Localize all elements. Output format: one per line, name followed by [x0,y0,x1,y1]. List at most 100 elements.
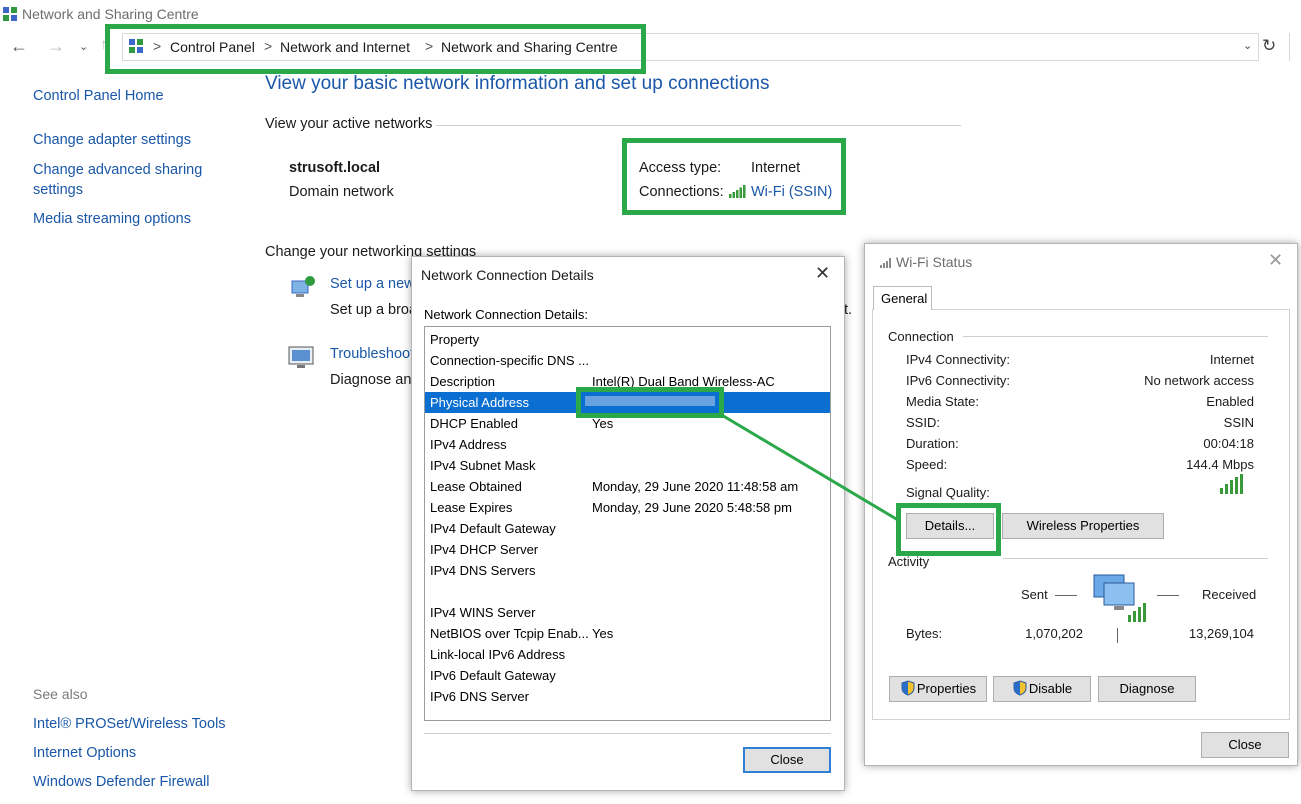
sidebar-media-streaming[interactable]: Media streaming options [33,209,191,229]
ssid-label: SSID: [906,415,940,430]
property-name: Physical Address [430,395,529,410]
highlight-connection-info [622,138,846,215]
details-list[interactable]: Property Connection-specific DNS ... Des… [424,326,831,721]
property-value: Monday, 29 June 2020 11:48:58 am [592,479,799,494]
group-divider [963,336,1268,337]
list-item[interactable]: Property [425,329,830,350]
property-name: IPv4 DNS Servers [430,563,536,578]
sidebar-change-advanced-sharing-line2[interactable]: settings [33,180,83,200]
ipv4-connectivity-value: Internet [1209,352,1254,367]
recent-locations-icon[interactable]: ⌄ [79,40,88,53]
sent-label: Sent [1021,587,1048,602]
dialog-divider [424,733,831,734]
network-computers-icon [1093,574,1146,622]
property-name: Lease Obtained [430,479,522,494]
ssid-value: SSIN [1223,415,1254,430]
properties-button-label: Properties [916,681,977,696]
tab-general[interactable]: General [873,286,932,310]
property-value: Yes [592,626,614,641]
disable-button[interactable]: Disable [993,676,1091,702]
duration-value: 00:04:18 [1203,436,1254,451]
address-dropdown-icon[interactable]: ⌄ [1243,39,1252,52]
property-name: NetBIOS over Tcpip Enab... [430,626,589,641]
property-name: IPv6 DNS Server [430,689,529,704]
wifi-signal-icon [880,258,891,268]
list-item[interactable]: Connection-specific DNS ... [425,350,830,371]
ipv6-connectivity-label: IPv6 Connectivity: [906,373,1011,388]
media-state-label: Media State: [906,394,979,409]
connection-group-label: Connection [888,329,954,344]
property-name: Lease Expires [430,500,513,515]
setup-connection-icon [291,276,315,297]
bytes-received-value: 13,269,104 [1188,626,1254,641]
uac-shield-icon [1013,680,1027,696]
list-item[interactable]: Lease Expires Monday, 29 June 2020 5:48:5… [425,497,830,518]
see-also-heading: See also [33,686,88,702]
signal-quality-label: Signal Quality: [906,485,990,500]
bytes-label: Bytes: [906,626,943,641]
list-item[interactable] [425,581,830,602]
speed-value: 144.4 Mbps [1186,457,1254,472]
received-label: Received [1202,587,1257,602]
media-state-value: Enabled [1206,394,1254,409]
list-item[interactable]: IPv4 Address [425,434,830,455]
troubleshoot-icon [288,346,314,368]
list-item[interactable]: IPv4 WINS Server [425,602,830,623]
list-item[interactable]: Link-local IPv6 Address [425,644,830,665]
wireless-properties-button[interactable]: Wireless Properties [1002,513,1164,539]
see-also-intel-proset[interactable]: Intel® PROSet/Wireless Tools [33,714,226,734]
setup-connection-link[interactable]: Set up a new [330,276,415,292]
property-value: Monday, 29 June 2020 5:48:58 pm [592,500,792,515]
list-item[interactable]: IPv4 DHCP Server [425,539,830,560]
refresh-icon[interactable]: ↻ [1262,36,1276,56]
property-name: IPv4 DHCP Server [430,542,539,557]
property-name: Property [430,332,480,347]
page-heading: View your basic network information and … [265,73,770,94]
activity-group-label: Activity [888,554,930,569]
forward-arrow-icon[interactable]: → [47,36,65,57]
property-name: IPv6 Default Gateway [430,668,556,683]
highlight-details-button [896,503,1001,556]
sidebar-control-panel-home[interactable]: Control Panel Home [33,86,164,106]
network-type: Domain network [289,184,394,200]
troubleshoot-link[interactable]: Troubleshoot [330,346,414,362]
list-item[interactable]: IPv6 Default Gateway [425,665,830,686]
see-also-defender-firewall[interactable]: Windows Defender Firewall [33,772,209,792]
close-icon[interactable]: ✕ [1268,250,1283,271]
close-icon[interactable]: ✕ [815,263,830,284]
speed-label: Speed: [906,457,948,472]
ipv6-connectivity-value: No network access [1144,373,1254,388]
list-item[interactable]: Lease Obtained Monday, 29 June 2020 11:48… [425,476,830,497]
wifi-close-button[interactable]: Close [1201,732,1289,758]
property-name: IPv4 Subnet Mask [430,458,536,473]
wifi-dialog-title: Wi-Fi Status [896,254,973,270]
highlight-breadcrumb [105,24,646,74]
property-name: Connection-specific DNS ... [430,353,589,368]
signal-strength-icon [1220,474,1243,494]
details-close-button[interactable]: Close [743,747,831,773]
ipv4-connectivity-label: IPv4 Connectivity: [906,352,1011,367]
highlight-physical-address [576,387,724,418]
active-networks-label: View your active networks [265,116,433,132]
diagnose-button[interactable]: Diagnose [1098,676,1196,702]
list-item[interactable]: IPv4 Default Gateway [425,518,830,539]
details-list-label: Network Connection Details: [424,307,589,322]
list-item[interactable]: IPv4 Subnet Mask [425,455,830,476]
property-name: DHCP Enabled [430,416,518,431]
details-dialog-title: Network Connection Details [421,267,594,283]
uac-shield-icon [901,680,915,696]
search-box-edge[interactable] [1289,33,1301,61]
list-item[interactable]: NetBIOS over Tcpip Enab... Yes [425,623,830,644]
sent-line [1055,595,1077,596]
property-name: IPv4 Default Gateway [430,521,556,536]
properties-button[interactable]: Properties [889,676,987,702]
see-also-internet-options[interactable]: Internet Options [33,743,136,763]
sidebar-change-adapter[interactable]: Change adapter settings [33,130,191,150]
back-arrow-icon[interactable]: ← [10,36,28,57]
network-name: strusoft.local [289,160,381,176]
list-item[interactable]: IPv6 DNS Server [425,686,830,707]
list-item[interactable]: IPv4 DNS Servers [425,560,830,581]
sidebar-change-advanced-sharing[interactable]: Change advanced sharing [33,160,202,180]
activity-divider [1117,628,1118,643]
network-centre-icon [3,7,17,21]
